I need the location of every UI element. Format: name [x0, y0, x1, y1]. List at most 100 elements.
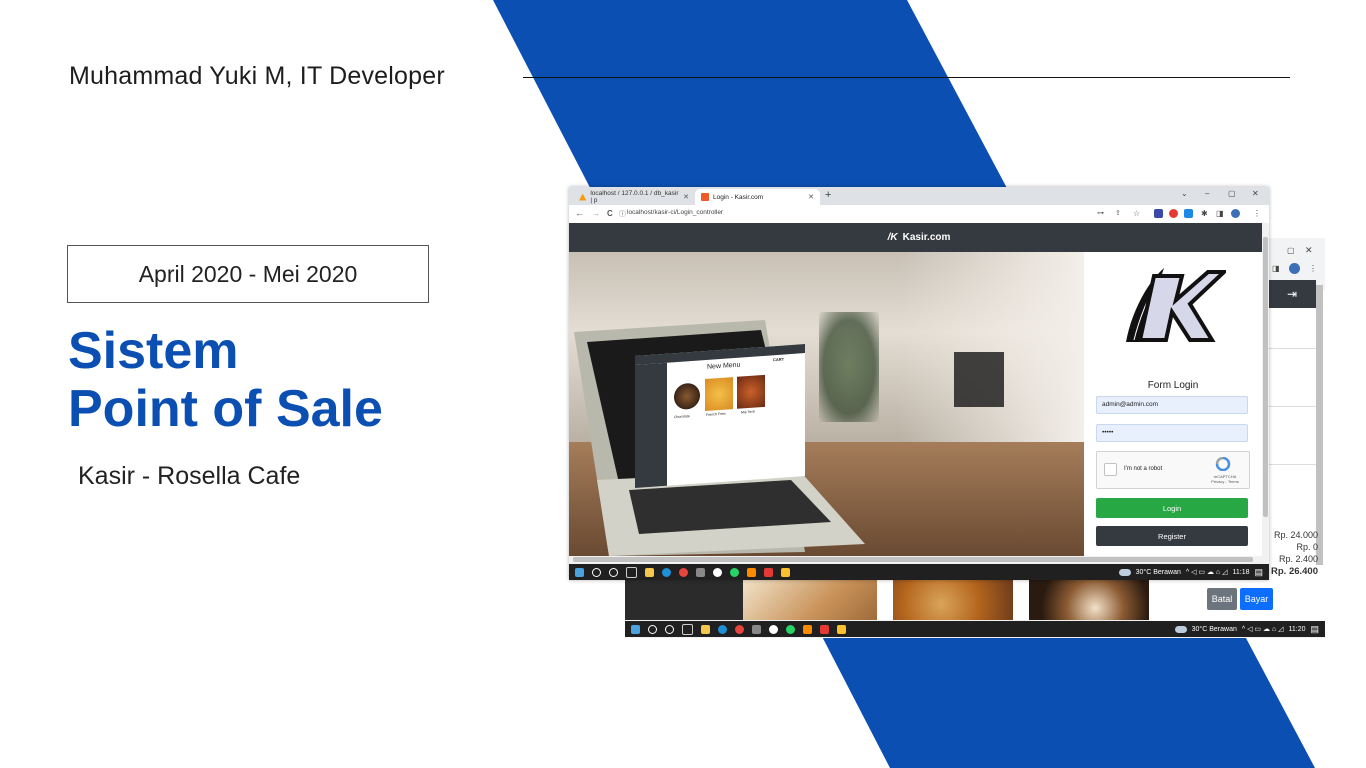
laptop-sidebar	[635, 362, 667, 488]
weather-text[interactable]: 30°C Berawan	[1136, 569, 1181, 576]
extension-icon[interactable]	[1154, 209, 1163, 218]
search-icon[interactable]	[648, 624, 657, 634]
extension-icon[interactable]	[1184, 209, 1193, 218]
discount-amount: Rp. 0	[1296, 542, 1318, 552]
whatsapp-icon[interactable]	[730, 567, 739, 577]
xampp-icon[interactable]	[747, 567, 756, 577]
profile-avatar-icon[interactable]	[1231, 209, 1240, 218]
notification-icon[interactable]: ▤	[1254, 567, 1263, 578]
app-icon[interactable]	[769, 624, 778, 634]
back-scrollbar[interactable]	[1316, 285, 1323, 565]
extension-icon[interactable]	[1169, 209, 1178, 218]
tv-screen	[954, 352, 1004, 407]
reload-icon[interactable]: C	[607, 209, 613, 218]
kasir-k-logo-icon	[1126, 268, 1226, 342]
system-tray-icons[interactable]: ^ ◁ ▭ ☁ ⌂ ◿	[1242, 625, 1284, 633]
file-explorer-icon[interactable]	[701, 624, 710, 634]
tab-login[interactable]: Login - Kasir.com ✕	[695, 189, 820, 205]
ci-favicon-icon	[701, 193, 709, 201]
system-tray-icons[interactable]: ^ ◁ ▭ ☁ ⌂ ◿	[1186, 568, 1228, 576]
front-taskbar: 30°C Berawan ^ ◁ ▭ ☁ ⌂ ◿ 11:18 ▤	[569, 564, 1269, 580]
back-taskbar: 30°C Berawan ^ ◁ ▭ ☁ ⌂ ◿ 11:20 ▤	[625, 621, 1325, 637]
sublime-icon[interactable]	[781, 567, 790, 577]
close-tab-icon[interactable]: ✕	[808, 193, 814, 201]
windows-start-icon[interactable]	[575, 567, 584, 577]
cortana-icon[interactable]	[609, 567, 618, 577]
close-window-icon[interactable]: ✕	[1252, 189, 1259, 198]
email-field[interactable]: admin@admin.com	[1096, 396, 1248, 414]
batal-button[interactable]: Batal	[1207, 588, 1237, 610]
forward-arrow-icon[interactable]: →	[591, 208, 600, 218]
notification-icon[interactable]: ▤	[1310, 624, 1319, 635]
sidepanel-icon[interactable]: ◨	[1216, 209, 1225, 218]
vertical-scroll-thumb[interactable]	[1263, 237, 1268, 517]
recaptcha-checkbox[interactable]	[1104, 463, 1117, 476]
back-arrow-icon[interactable]: ←	[575, 208, 584, 218]
edge-icon[interactable]	[662, 567, 671, 577]
url-field[interactable]: localhost/kasir-ci/Login_controller	[627, 209, 723, 216]
close-tab-icon[interactable]: ✕	[683, 193, 689, 201]
site-info-icon[interactable]: ⓘ	[619, 209, 626, 219]
title-line-1: Sistem	[68, 322, 239, 380]
file-explorer-icon[interactable]	[645, 567, 654, 577]
edge-icon[interactable]	[718, 624, 727, 634]
author-name: Muhammad Yuki M, IT Developer	[69, 62, 445, 90]
food-gap	[1013, 580, 1029, 620]
tab-label: Login - Kasir.com	[713, 193, 764, 201]
address-bar: ← → C ⓘ localhost/kasir-ci/Login_control…	[569, 205, 1269, 224]
restore-icon[interactable]: ▢	[1228, 189, 1236, 198]
date-range-text: April 2020 - Mei 2020	[138, 260, 358, 287]
hero-laptop-image: New Menu CART Chocolate French Fries Mie…	[569, 252, 1084, 556]
recaptcha-widget: I'm not a robot reCAPTCHA Privacy - Term…	[1096, 451, 1250, 489]
clock-text[interactable]: 11:18	[1232, 569, 1249, 576]
date-range-box: April 2020 - Mei 2020	[67, 245, 429, 303]
store-icon[interactable]	[752, 624, 761, 634]
app-icon[interactable]	[820, 624, 829, 634]
tab-search-icon[interactable]: ⌄	[1181, 189, 1188, 198]
search-icon[interactable]	[592, 567, 601, 577]
bayar-button[interactable]: Bayar	[1240, 588, 1273, 610]
chrome-icon[interactable]	[679, 567, 688, 577]
back-profile-icon[interactable]	[1289, 263, 1300, 274]
back-sidepanel-icon[interactable]: ◨	[1272, 264, 1280, 273]
cortana-icon[interactable]	[665, 624, 674, 634]
register-button[interactable]: Register	[1096, 526, 1248, 546]
weather-text[interactable]: 30°C Berawan	[1192, 626, 1237, 633]
key-icon[interactable]: ⊶	[1097, 209, 1106, 218]
menu-icon[interactable]: ⋮	[1253, 209, 1262, 218]
phpmyadmin-icon	[579, 193, 587, 201]
recaptcha-links[interactable]: Privacy - Terms	[1205, 479, 1245, 484]
store-icon[interactable]	[696, 567, 705, 577]
form-login-title: Form Login	[1147, 380, 1199, 391]
share-icon[interactable]: ⇪	[1115, 209, 1124, 218]
chrome-icon[interactable]	[735, 624, 744, 634]
clock-text[interactable]: 11:20	[1288, 626, 1305, 633]
windows-start-icon[interactable]	[631, 624, 640, 634]
task-view-icon[interactable]	[682, 623, 693, 635]
horizontal-scroll-thumb[interactable]	[573, 557, 1253, 562]
task-view-icon[interactable]	[626, 566, 637, 578]
tab-phpmyadmin[interactable]: localhost / 127.0.0.1 / db_kasir | p ✕	[573, 189, 695, 205]
back-restore-icon[interactable]: ▢	[1287, 246, 1295, 255]
login-panel: Form Login admin@admin.com ••••• I'm not…	[1084, 252, 1262, 556]
puzzle-icon[interactable]: ✱	[1201, 209, 1210, 218]
divider	[1268, 464, 1318, 465]
minimize-icon[interactable]: –	[1205, 189, 1209, 198]
logout-icon[interactable]: ⇥	[1268, 280, 1316, 308]
app-icon[interactable]	[713, 567, 722, 577]
back-close-icon[interactable]: ✕	[1305, 245, 1313, 256]
laptop-heading: New Menu	[707, 361, 741, 371]
food-image-coffee	[1029, 580, 1149, 620]
brand-name[interactable]: Kasir.com	[903, 232, 951, 243]
site-navbar: /K Kasir.com	[569, 223, 1269, 252]
new-tab-button[interactable]: +	[825, 189, 831, 201]
sublime-icon[interactable]	[837, 624, 846, 634]
divider	[1268, 406, 1318, 407]
app-icon[interactable]	[764, 567, 773, 577]
back-menu-icon[interactable]: ⋮	[1309, 264, 1317, 273]
whatsapp-icon[interactable]	[786, 624, 795, 634]
xampp-icon[interactable]	[803, 624, 812, 634]
login-button[interactable]: Login	[1096, 498, 1248, 518]
password-field[interactable]: •••••	[1096, 424, 1248, 442]
bookmark-star-icon[interactable]: ☆	[1133, 209, 1142, 218]
